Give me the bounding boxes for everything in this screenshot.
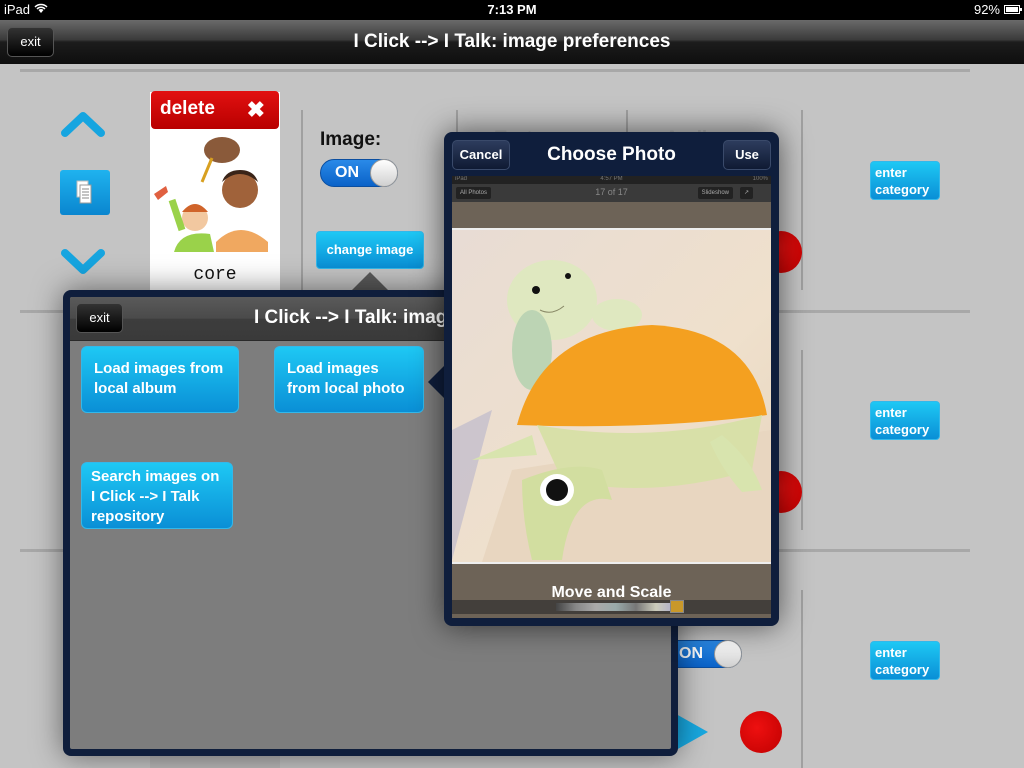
document-copy-icon xyxy=(76,180,92,203)
column-divider xyxy=(301,110,303,290)
enter-category-button[interactable]: enter category xyxy=(870,161,940,200)
change-image-button[interactable]: change image xyxy=(316,231,424,269)
page-title: I Click --> I Talk: image preferences xyxy=(353,31,671,52)
chevron-up-icon xyxy=(61,112,105,137)
record-button[interactable] xyxy=(740,711,782,753)
move-down-button[interactable] xyxy=(60,248,106,283)
choose-photo-popover: Cancel Choose Photo Use iPad 4:57 PM 100… xyxy=(444,132,779,626)
inner-clock: 4:57 PM xyxy=(600,176,623,182)
play-audio-icon[interactable] xyxy=(676,714,708,750)
delete-button[interactable]: delete ✖ xyxy=(151,91,279,129)
toggle-state: ON xyxy=(679,645,703,662)
column-divider xyxy=(801,350,803,530)
turtle-photo xyxy=(452,228,771,564)
toggle-knob xyxy=(714,640,742,668)
delete-label: delete xyxy=(160,98,215,119)
inner-status-bar: iPad 4:57 PM 100% xyxy=(452,176,771,184)
column-divider xyxy=(801,110,803,290)
use-button[interactable]: Use xyxy=(723,140,771,170)
move-up-button[interactable] xyxy=(60,108,106,143)
popover-exit-button[interactable]: exit xyxy=(76,303,123,333)
load-local-photo-button[interactable]: Load images from local photo xyxy=(274,346,424,413)
inner-battery: 100% xyxy=(752,176,768,182)
status-bar: iPad 7:13 PM 92% xyxy=(0,0,1024,20)
clock: 7:13 PM xyxy=(487,2,537,17)
popover-arrow xyxy=(352,272,388,290)
load-local-album-button[interactable]: Load images from local album xyxy=(81,346,239,413)
enter-category-button[interactable]: enter category xyxy=(870,641,940,680)
photo-preview-area[interactable]: iPad 4:57 PM 100% All Photos 17 of 17 Sl… xyxy=(452,176,771,618)
search-repository-button[interactable]: Search images on I Click --> I Talk repo… xyxy=(81,462,233,529)
toggle-state: ON xyxy=(335,164,359,181)
enter-category-button[interactable]: enter category xyxy=(870,401,940,440)
card-label: core xyxy=(193,265,237,285)
share-icon: ↗ xyxy=(739,187,753,199)
toggle-knob xyxy=(370,159,398,187)
thumbnail-strip[interactable] xyxy=(452,600,771,614)
popover-arrow xyxy=(428,366,444,398)
nav-bar: exit I Click --> I Talk: image preferenc… xyxy=(0,20,1024,64)
battery-icon xyxy=(1004,5,1022,14)
column-divider xyxy=(801,590,803,768)
image-label: Image: xyxy=(320,129,382,150)
close-x-icon: ✖ xyxy=(246,97,265,122)
inner-nav-bar: All Photos 17 of 17 Slideshow ↗ xyxy=(452,184,771,202)
thumbnails[interactable] xyxy=(556,603,676,611)
battery-percent: 92% xyxy=(973,2,1000,17)
copy-button[interactable] xyxy=(60,170,110,215)
row-divider xyxy=(20,69,970,72)
selected-thumbnail[interactable] xyxy=(670,600,684,613)
chevron-down-icon xyxy=(61,249,105,274)
slideshow-button: Slideshow xyxy=(697,187,733,199)
image-toggle[interactable]: ON xyxy=(320,159,398,187)
